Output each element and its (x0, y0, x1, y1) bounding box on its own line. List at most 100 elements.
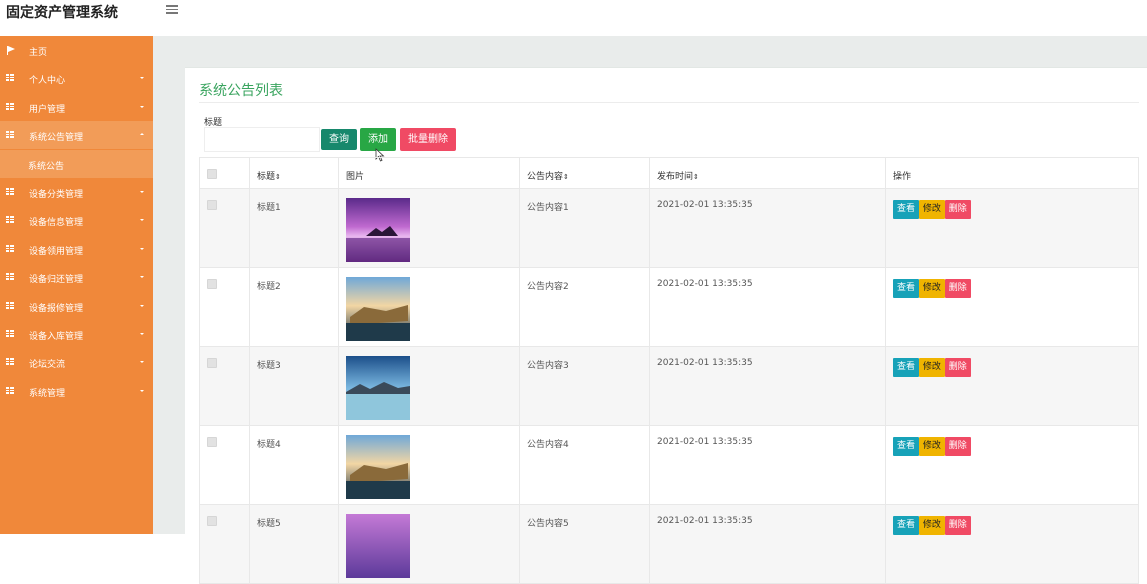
chevron-down-icon (140, 191, 144, 193)
query-button[interactable]: 查询 (321, 129, 357, 150)
chevron-down-icon (140, 133, 144, 136)
search-title-input[interactable] (204, 127, 320, 152)
view-button[interactable]: 查看 (893, 358, 920, 377)
edit-button[interactable]: 修改 (918, 516, 945, 535)
delete-button[interactable]: 删除 (944, 516, 971, 535)
delete-button[interactable]: 删除 (944, 200, 971, 219)
row-content: 公告内容1 (519, 188, 650, 268)
row-title: 标题2 (249, 267, 339, 347)
row-checkbox[interactable] (207, 516, 217, 526)
row-checkbox[interactable] (207, 437, 217, 447)
row-actions: 查看 修改 删除 (885, 188, 1139, 268)
row-image-cell (338, 504, 520, 584)
grid-icon (6, 216, 14, 224)
grid-icon (6, 131, 14, 139)
sidebar-item-10[interactable]: 论坛交流 (0, 348, 153, 376)
announcement-image[interactable] (346, 277, 512, 341)
row-time: 2021-02-01 13:35:35 (649, 188, 886, 268)
sidebar-item-label: 设备信息管理 (29, 218, 84, 229)
row-checkbox[interactable] (207, 200, 217, 210)
view-button[interactable]: 查看 (893, 516, 920, 535)
sidebar-item-label: 设备分类管理 (29, 190, 84, 200)
delete-button[interactable]: 删除 (944, 437, 971, 456)
col-content[interactable]: 公告内容⇕ (519, 157, 650, 189)
grid-icon (6, 244, 14, 252)
sort-icon: ⇕ (563, 173, 569, 181)
row-checkbox[interactable] (207, 358, 217, 368)
sidebar-item-1[interactable]: 个人中心 (0, 64, 153, 92)
row-title: 标题1 (249, 188, 339, 268)
row-title: 标题3 (249, 346, 339, 426)
view-button[interactable]: 查看 (893, 200, 920, 219)
edit-button[interactable]: 修改 (918, 437, 945, 456)
select-all-checkbox[interactable] (207, 169, 217, 179)
sidebar-item-11[interactable]: 系统管理 (0, 377, 153, 405)
delete-button[interactable]: 删除 (944, 279, 971, 298)
row-actions: 查看 修改 删除 (885, 267, 1139, 347)
row-select-cell (199, 346, 250, 426)
flag-icon (7, 46, 15, 55)
sidebar-item-7[interactable]: 设备归还管理 (0, 263, 153, 291)
table-row: 标题5 公告内容5 2021-02-01 13:35:35 查看 修改 删除 (199, 504, 1139, 584)
row-image-cell (338, 346, 520, 426)
col-title[interactable]: 标题⇕ (249, 157, 339, 189)
sort-icon: ⇕ (275, 173, 281, 181)
edit-button[interactable]: 修改 (918, 358, 945, 377)
sidebar-subitem-announcement[interactable]: 系统公告 (0, 149, 153, 178)
table-row: 标题3 公告内容3 2021-02-01 13:35:35 查看 修改 删除 (199, 346, 1139, 426)
edit-button[interactable]: 修改 (918, 200, 945, 219)
grid-icon (6, 273, 14, 281)
sidebar-item-8[interactable]: 设备报修管理 (0, 292, 153, 320)
sidebar-item-9[interactable]: 设备入库管理 (0, 320, 153, 348)
announcement-table: 标题⇕ 图片 公告内容⇕ 发布时间⇕ 操作 标题1 公告内容1 2021-02-01… (199, 157, 1139, 584)
sidebar-item-label: 设备归还管理 (29, 275, 84, 286)
grid-icon (6, 358, 14, 366)
chevron-down-icon (140, 105, 144, 108)
sidebar: 主页 个人中心 用户管理 系统公告管理系统公告设备分类管理 设备信息管理 设备领用管理 设备… (0, 36, 153, 534)
app-title: 固定资产管理系统 (6, 5, 118, 21)
sidebar-item-6[interactable]: 设备领用管理 (0, 235, 153, 263)
chevron-down-icon (140, 304, 144, 307)
grid-icon (6, 102, 14, 110)
chevron-down-icon (140, 77, 144, 80)
sort-icon: ⇕ (693, 173, 699, 181)
row-select-cell (199, 504, 250, 584)
title-divider (199, 102, 1139, 103)
row-image-cell (338, 188, 520, 268)
sidebar-item-4[interactable]: 设备分类管理 (0, 178, 153, 206)
grid-icon (6, 386, 14, 394)
batch-delete-button[interactable]: 批量删除 (400, 128, 456, 151)
row-image-cell (338, 267, 520, 347)
sidebar-item-3[interactable]: 系统公告管理 (0, 121, 153, 150)
row-actions: 查看 修改 删除 (885, 346, 1139, 426)
select-all-cell (199, 157, 250, 189)
sidebar-item-5[interactable]: 设备信息管理 (0, 206, 153, 234)
row-time: 2021-02-01 13:35:35 (649, 346, 886, 426)
announcement-image[interactable] (346, 356, 512, 420)
row-checkbox[interactable] (207, 279, 217, 289)
delete-button[interactable]: 删除 (944, 358, 971, 377)
sidebar-item-label: 设备领用管理 (29, 246, 84, 257)
table-row: 标题4 公告内容4 2021-02-01 13:35:35 查看 修改 删除 (199, 425, 1139, 505)
sidebar-item-2[interactable]: 用户管理 (0, 93, 153, 121)
sidebar-subitem-label: 系统公告 (28, 161, 65, 172)
sidebar-item-label: 论坛交流 (29, 360, 66, 371)
sidebar-item-label: 设备入库管理 (29, 332, 84, 342)
grid-icon (6, 301, 14, 309)
view-button[interactable]: 查看 (893, 279, 920, 298)
announcement-image[interactable] (346, 198, 512, 262)
row-time: 2021-02-01 13:35:35 (649, 504, 886, 584)
row-select-cell (199, 188, 250, 268)
view-button[interactable]: 查看 (893, 437, 920, 456)
sidebar-item-0[interactable]: 主页 (0, 36, 153, 64)
col-actions: 操作 (885, 157, 1139, 189)
chevron-down-icon (140, 276, 144, 279)
row-title: 标题4 (249, 425, 339, 505)
sidebar-item-label: 设备报修管理 (29, 303, 84, 314)
menu-toggle-icon[interactable] (164, 3, 180, 17)
announcement-image[interactable] (346, 435, 512, 499)
chevron-down-icon (140, 333, 144, 335)
edit-button[interactable]: 修改 (918, 279, 945, 298)
col-time[interactable]: 发布时间⇕ (649, 157, 886, 189)
announcement-image[interactable] (346, 514, 512, 578)
